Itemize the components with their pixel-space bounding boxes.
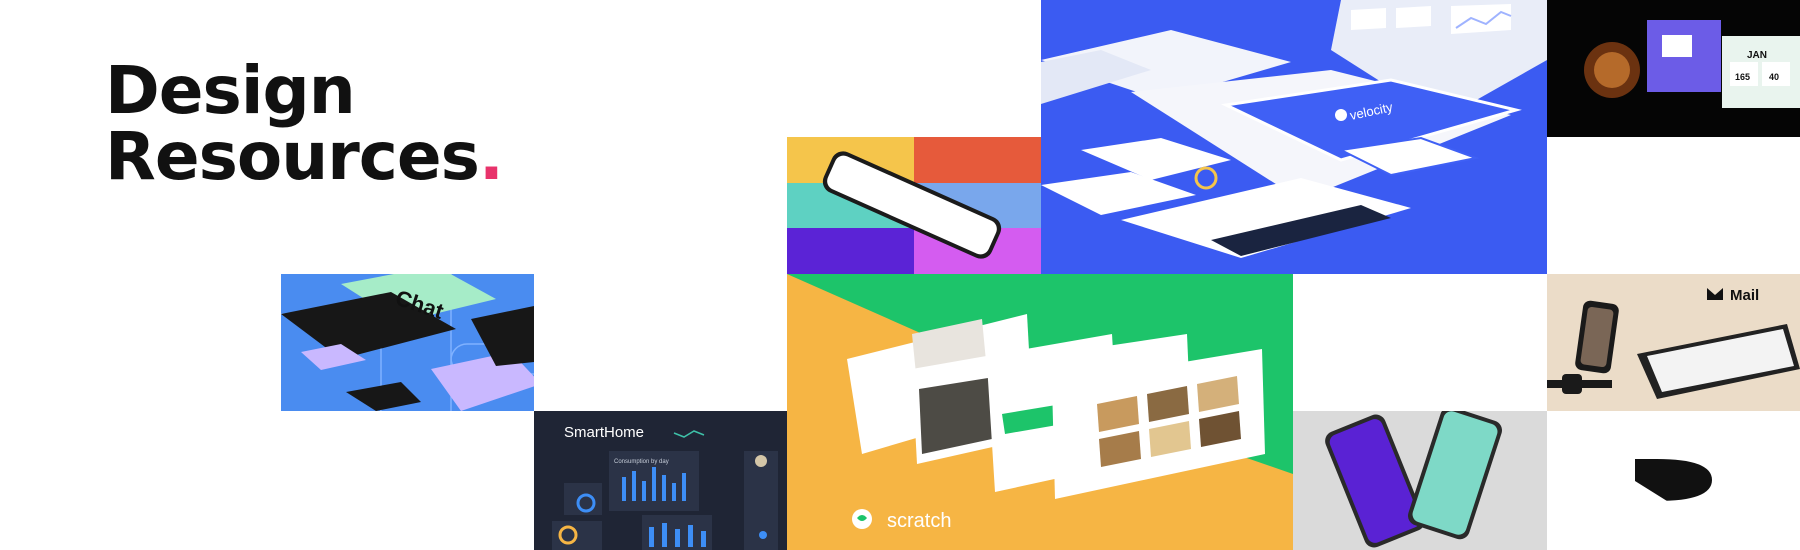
scratch-label: scratch (887, 510, 951, 532)
brand-logo-tile[interactable] (1547, 411, 1800, 550)
widget-stat-a: 165 (1735, 72, 1750, 82)
mail-tile[interactable]: Mail (1547, 274, 1800, 411)
chat-illustration: Chat (281, 274, 534, 411)
phones-illustration (1293, 411, 1547, 550)
scratch-tile[interactable]: scratch (787, 274, 1293, 550)
widgets-illustration: JAN 165 40 (1547, 0, 1800, 137)
widget-month: JAN (1747, 50, 1767, 61)
velocity-tile[interactable]: velocity (1041, 0, 1547, 274)
color-blocks-illustration (787, 137, 1041, 274)
velocity-illustration: velocity (1041, 0, 1547, 274)
mail-illustration: Mail (1547, 274, 1800, 411)
scratch-illustration: scratch (787, 274, 1293, 550)
smarthome-illustration: SmartHome Consumption by day (534, 411, 787, 550)
color-blocks-phone-tile[interactable] (787, 137, 1041, 274)
title-accent-dot: . (478, 118, 504, 195)
smarthome-tile[interactable]: SmartHome Consumption by day (534, 411, 787, 550)
page-title: Design Resources. (105, 52, 504, 190)
brand-logo-icon (1635, 459, 1712, 501)
widgets-tile[interactable]: JAN 165 40 (1547, 0, 1800, 137)
phones-tile[interactable] (1293, 411, 1547, 550)
chat-tile[interactable]: Chat (281, 274, 534, 411)
smarthome-brand: SmartHome (564, 424, 644, 441)
title-line-2: Resources. (105, 124, 504, 190)
title-word: Resources (105, 118, 480, 195)
title-line-1: Design (105, 52, 356, 129)
mail-label: Mail (1730, 287, 1759, 304)
widget-stat-b: 40 (1769, 72, 1779, 82)
consumption-title: Consumption by day (614, 459, 669, 465)
